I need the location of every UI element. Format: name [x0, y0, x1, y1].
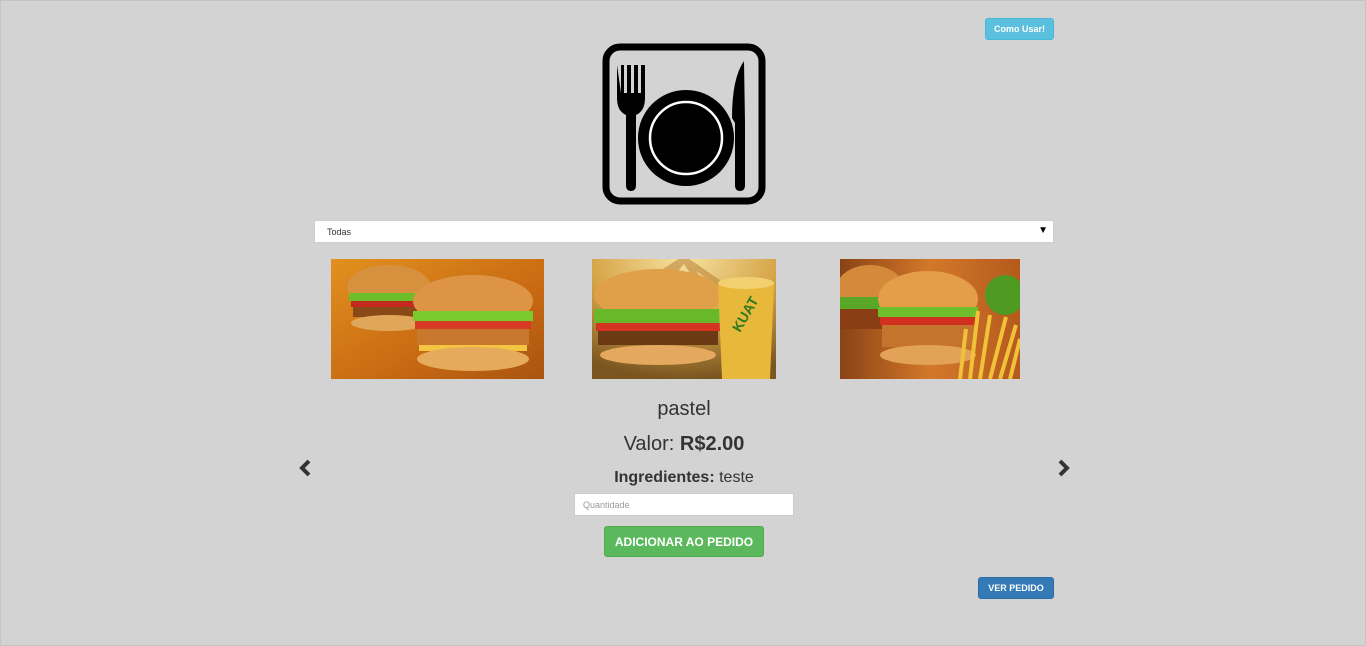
view-order-button[interactable]: VER PEDIDO	[978, 577, 1054, 599]
product-image-3[interactable]	[840, 259, 1020, 379]
price-label: Valor:	[623, 433, 675, 455]
chevron-left-icon	[299, 459, 311, 477]
product-image-2[interactable]: KUAT	[592, 259, 776, 379]
how-to-use-button[interactable]: Como Usar!	[985, 18, 1054, 40]
carousel-prev-button[interactable]	[296, 458, 314, 478]
product-ingredients: Ingredientes: teste	[521, 469, 847, 487]
product-image-1[interactable]	[331, 259, 544, 379]
chevron-right-icon	[1058, 459, 1070, 477]
carousel-next-button[interactable]	[1055, 458, 1073, 478]
quantity-input[interactable]	[574, 493, 794, 516]
category-select-value: Todas	[327, 226, 352, 237]
ingredients-value: teste	[719, 469, 754, 486]
price-value: R$2.00	[679, 433, 745, 455]
ingredients-label: Ingredientes:	[614, 469, 715, 486]
plate-fork-knife-icon	[602, 43, 766, 205]
category-select[interactable]: Todas ▼	[314, 220, 1054, 243]
product-price: Valor: R$2.00	[521, 433, 847, 456]
product-name: pastel	[657, 398, 711, 420]
add-to-order-button[interactable]: ADICIONAR AO PEDIDO	[604, 526, 764, 557]
caret-down-icon: ▼	[1038, 225, 1048, 236]
